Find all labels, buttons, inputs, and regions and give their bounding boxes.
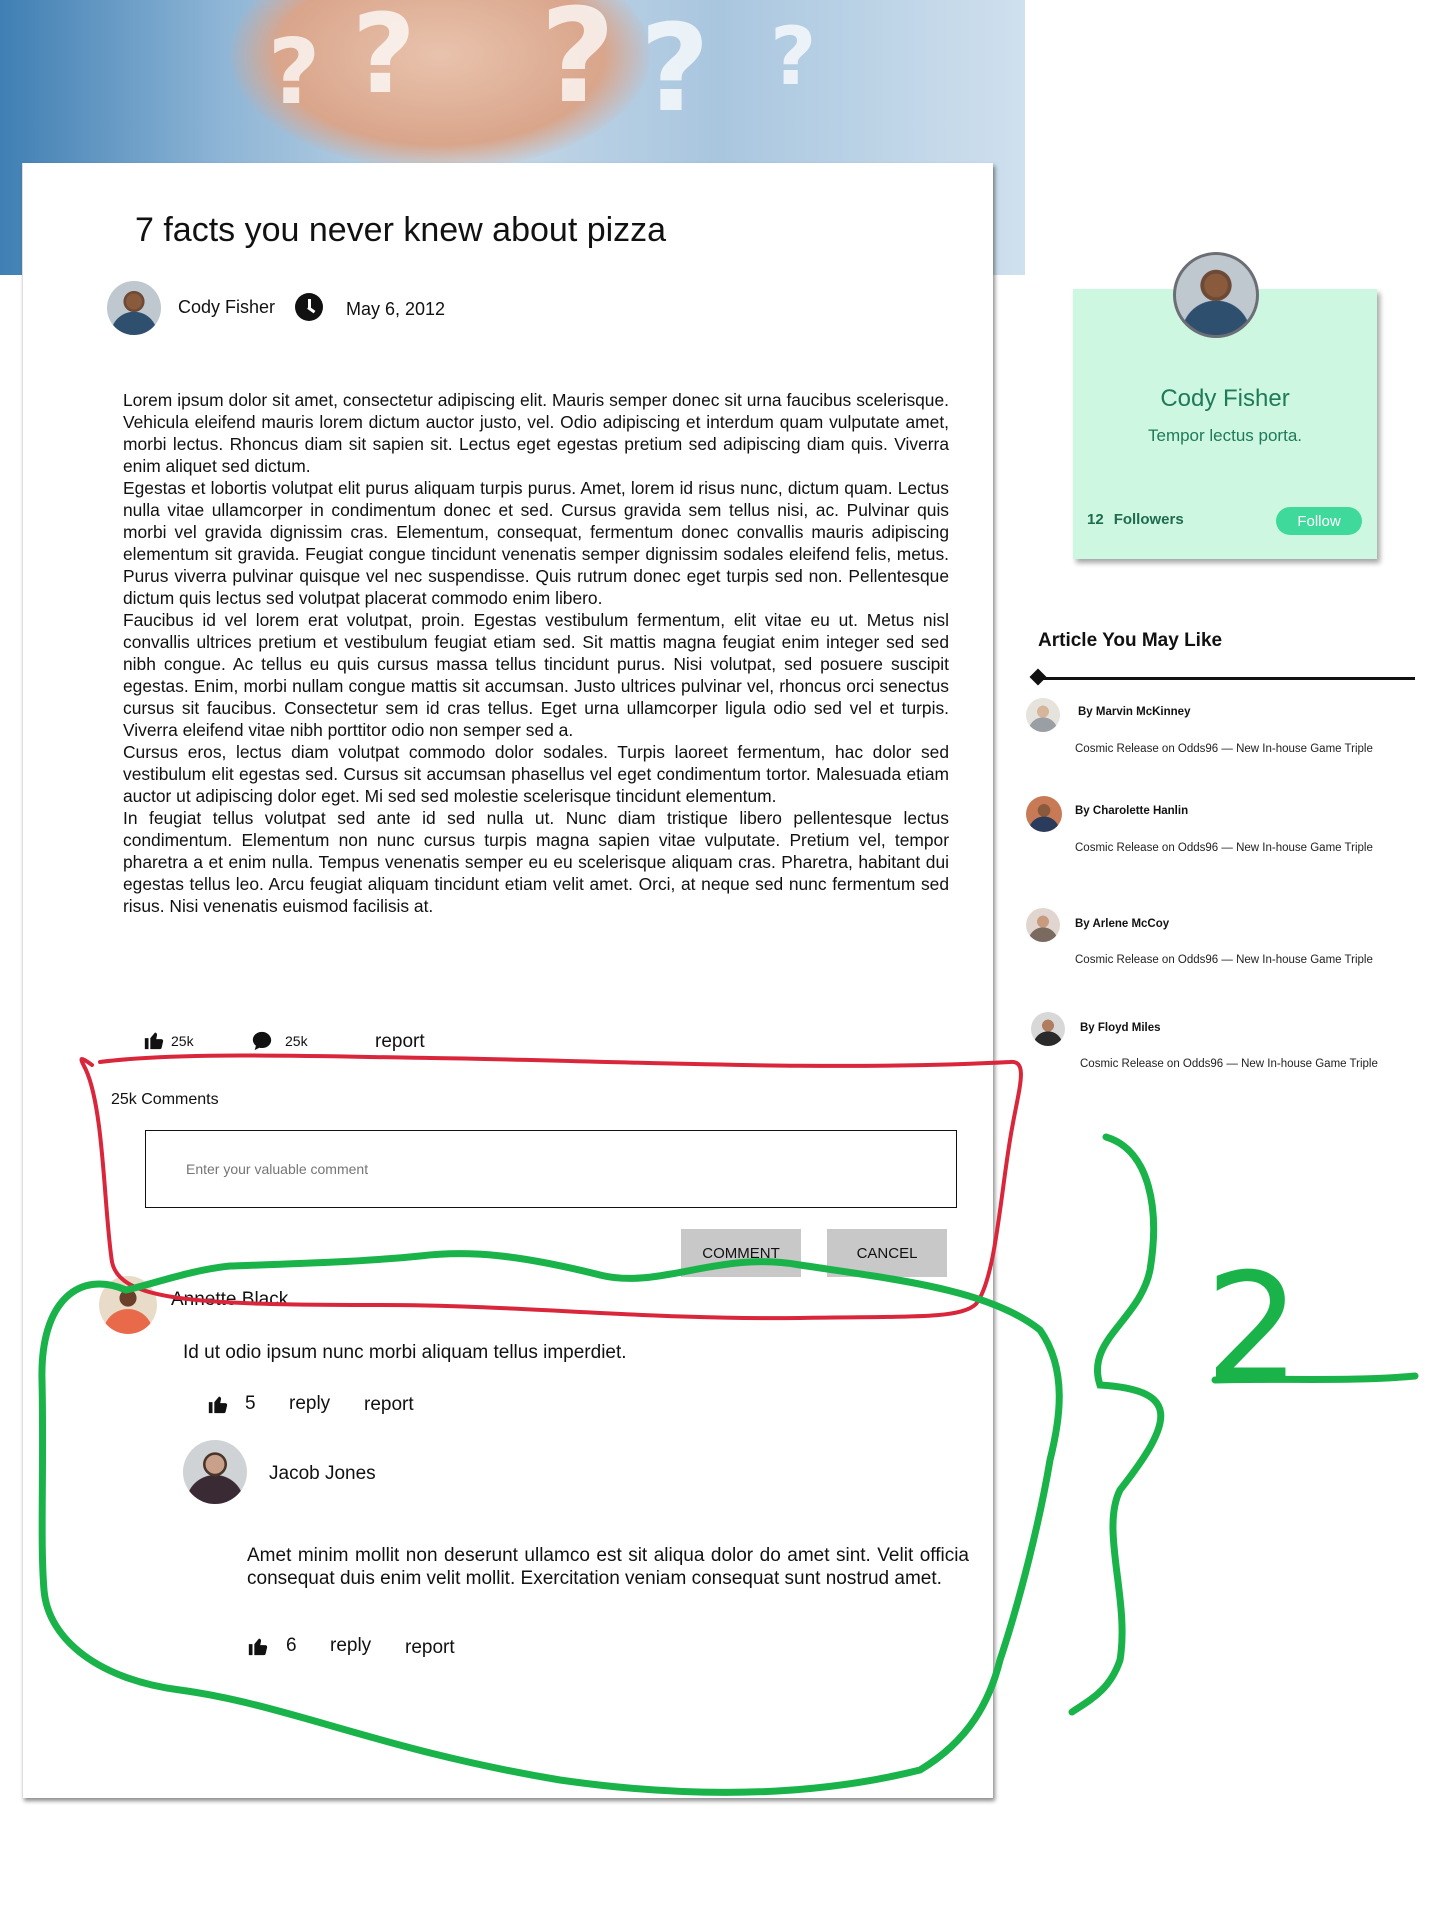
sidebar-avatar[interactable] xyxy=(1031,1012,1065,1046)
author-card-avatar[interactable] xyxy=(1173,252,1259,338)
comment-input[interactable] xyxy=(145,1130,957,1208)
comment-count: 25k xyxy=(285,1033,308,1049)
publish-date: May 6, 2012 xyxy=(346,299,446,319)
sidebar-item-title[interactable]: Cosmic Release on Odds96 — New In-house … xyxy=(1075,742,1375,756)
reply-link[interactable]: reply xyxy=(289,1393,330,1415)
followers-count: 12 xyxy=(1087,511,1104,528)
article-paragraph: Lorem ipsum dolor sit amet, consectetur … xyxy=(123,390,949,476)
followers-label: Followers xyxy=(1113,511,1184,528)
question-mark-icon: ? xyxy=(770,10,817,103)
follow-button[interactable]: Follow xyxy=(1276,507,1362,535)
comment-button[interactable]: COMMENT xyxy=(681,1229,801,1277)
article-card: 7 facts you never knew about pizza Cody … xyxy=(22,163,993,1798)
reply-author-name[interactable]: Jacob Jones xyxy=(269,1463,376,1485)
article-paragraph: In feugiat tellus volutpat sed ante id s… xyxy=(123,808,949,916)
cancel-button[interactable]: CANCEL xyxy=(827,1229,947,1277)
author-card-name[interactable]: Cody Fisher xyxy=(1073,385,1377,413)
thumbs-up-icon[interactable] xyxy=(247,1635,269,1657)
article-paragraph: Egestas et lobortis volutpat elit purus … xyxy=(123,478,949,608)
article-body: Lorem ipsum dolor sit amet, consectetur … xyxy=(123,389,949,917)
reply-text: Amet minim mollit non deserunt ullamco e… xyxy=(247,1545,969,1589)
sidebar-avatar[interactable] xyxy=(1026,698,1060,732)
report-article-link[interactable]: report xyxy=(375,1031,425,1053)
sidebar-avatar[interactable] xyxy=(1026,796,1062,832)
report-comment-link[interactable]: report xyxy=(364,1394,414,1416)
sidebar-item-author[interactable]: By Floyd Miles xyxy=(1080,1022,1161,1034)
sidebar-item-title[interactable]: Cosmic Release on Odds96 — New In-house … xyxy=(1080,1057,1380,1071)
report-reply-link[interactable]: report xyxy=(405,1637,455,1659)
sidebar-title: Article You May Like xyxy=(1038,630,1223,651)
sidebar-item-author[interactable]: By Marvin McKinney xyxy=(1078,706,1190,718)
followers-info: 12 Followers xyxy=(1087,511,1194,528)
commenter-name[interactable]: Annette Black xyxy=(171,1289,288,1311)
question-mark-icon: ? xyxy=(268,20,321,125)
author-avatar[interactable] xyxy=(107,281,161,335)
author-card-tagline: Tempor lectus porta. xyxy=(1147,426,1302,445)
thumbs-up-icon[interactable] xyxy=(207,1393,229,1415)
sidebar-item-author[interactable]: By Arlene McCoy xyxy=(1075,918,1169,930)
sidebar-item-title[interactable]: Cosmic Release on Odds96 — New In-house … xyxy=(1075,953,1375,967)
sidebar-item-title[interactable]: Cosmic Release on Odds96 — New In-house … xyxy=(1075,841,1375,855)
annotation-underline xyxy=(1211,1372,1419,1384)
clock-icon xyxy=(295,293,323,321)
reply-avatar[interactable] xyxy=(183,1440,247,1504)
reply-link[interactable]: reply xyxy=(330,1635,371,1657)
green-brace xyxy=(1068,1133,1165,1716)
author-name[interactable]: Cody Fisher xyxy=(178,297,275,318)
question-mark-icon: ? xyxy=(352,0,416,118)
annotation-number: 2 xyxy=(1205,1242,1300,1416)
article-title: 7 facts you never knew about pizza xyxy=(135,211,667,249)
sidebar-divider xyxy=(1038,677,1415,680)
question-mark-icon: ? xyxy=(540,0,616,132)
like-count: 25k xyxy=(171,1033,194,1049)
question-mark-icon: ? xyxy=(640,0,710,139)
article-paragraph: Faucibus id vel lorem erat volutpat, pro… xyxy=(123,610,949,740)
article-paragraph: Cursus eros, lectus diam volutpat commod… xyxy=(123,742,949,806)
thumbs-up-icon[interactable] xyxy=(143,1029,165,1051)
reply-like-count: 6 xyxy=(286,1635,297,1656)
comment-like-count: 5 xyxy=(245,1393,256,1414)
sidebar-item-author[interactable]: By Charolette Hanlin xyxy=(1075,805,1188,817)
comment-bubble-icon[interactable] xyxy=(251,1030,273,1052)
divider-diamond-icon xyxy=(1029,668,1047,686)
comments-heading: 25k Comments xyxy=(111,1091,219,1108)
comment-text: Id ut odio ipsum nunc morbi aliquam tell… xyxy=(183,1342,627,1363)
sidebar-avatar[interactable] xyxy=(1026,908,1060,942)
commenter-avatar[interactable] xyxy=(99,1276,157,1334)
